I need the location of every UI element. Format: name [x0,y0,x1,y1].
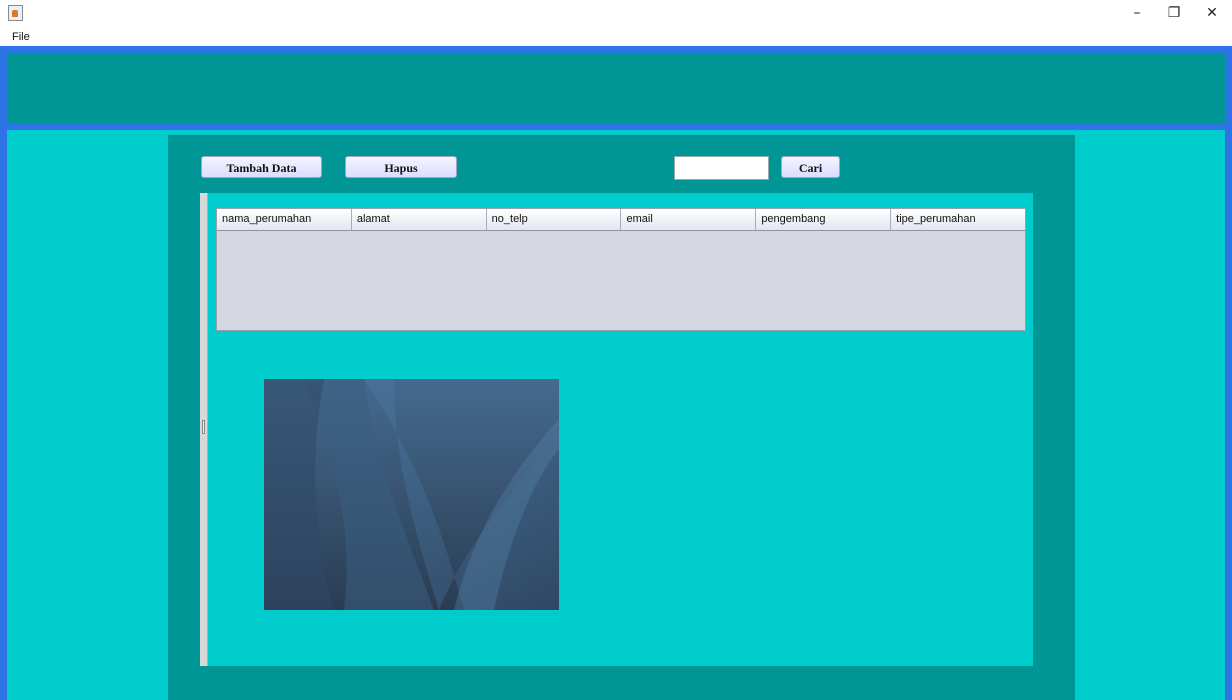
minimize-button[interactable]: – [1121,2,1153,24]
search-button[interactable]: Cari [781,156,840,178]
house-image [264,379,559,610]
column-header-tipe-perumahan[interactable]: tipe_perumahan [891,209,1025,230]
table-header: nama_perumahan alamat no_telp email peng… [217,209,1025,231]
maximize-button[interactable]: ❐ [1158,2,1190,24]
abstract-wallpaper-image [264,379,559,610]
data-panel: nama_perumahan alamat no_telp email peng… [200,193,1033,666]
delete-button[interactable]: Hapus [345,156,457,178]
title-bar: – ❐ ✕ [0,0,1232,32]
inner-panel: Tambah Data Hapus Cari nama_perumahan al… [168,135,1075,700]
main-frame: Tambah Data Hapus Cari nama_perumahan al… [0,46,1232,700]
split-divider[interactable] [200,193,208,666]
column-header-alamat[interactable]: alamat [352,209,487,230]
menu-file[interactable]: File [12,31,30,43]
header-panel [7,53,1225,123]
column-header-no-telp[interactable]: no_telp [487,209,622,230]
menu-bar: File [0,31,1232,46]
divider-grip-icon[interactable] [202,420,205,434]
column-header-pengembang[interactable]: pengembang [756,209,892,230]
search-input[interactable] [674,156,769,180]
java-cup-icon [8,5,23,21]
column-header-email[interactable]: email [621,209,757,230]
column-header-nama-perumahan[interactable]: nama_perumahan [217,209,352,230]
content-area: Tambah Data Hapus Cari nama_perumahan al… [7,130,1225,700]
close-button[interactable]: ✕ [1196,2,1228,24]
add-data-button[interactable]: Tambah Data [201,156,322,178]
data-table[interactable]: nama_perumahan alamat no_telp email peng… [216,208,1026,331]
